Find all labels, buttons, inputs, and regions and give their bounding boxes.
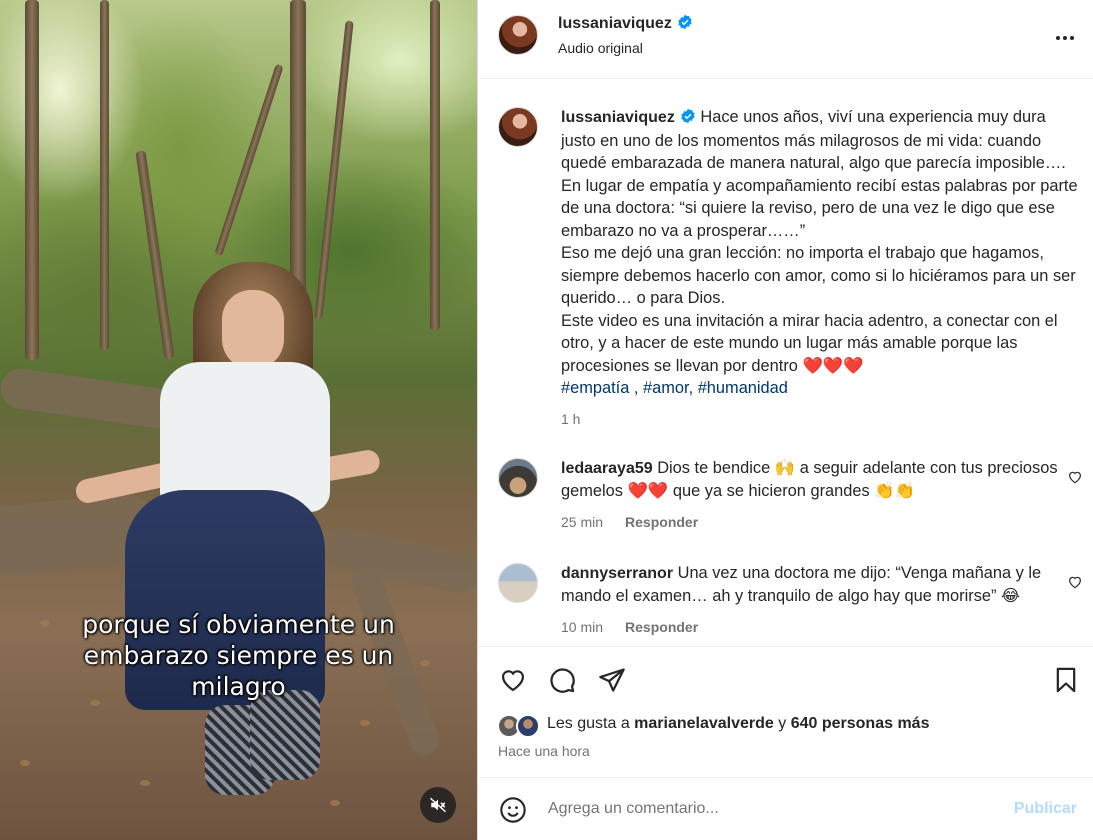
comment-input[interactable] [548,800,988,818]
tree-trunk [135,150,175,360]
liker-username[interactable]: marianelavalverde [634,715,774,732]
caption-author-avatar[interactable] [498,107,538,147]
woman-shoe [250,690,320,780]
comment-meta: 10 min Responder [561,616,1061,639]
likes-prefix: Les gusta a [547,715,635,732]
caption-author-username[interactable]: lussaniaviquez [561,109,675,126]
commenter-username[interactable]: dannyserranor [561,565,673,582]
emoji-button[interactable] [498,795,528,825]
video-subtitle-line: embarazo siempre es un [83,641,394,670]
add-comment-bar: Publicar [478,777,1093,840]
dry-leaf [360,720,370,726]
more-dot-icon [1063,36,1067,40]
video-subtitle-line: porque sí obviamente un [82,610,395,639]
mute-button[interactable] [420,787,456,823]
more-dot-icon [1070,36,1074,40]
paper-plane-icon [599,668,625,692]
emoji-icon [500,797,526,823]
comment-item: dannyserranor Una vez una doctora me dij… [561,562,1061,639]
tree-trunk [430,0,440,330]
comment-time[interactable]: 25 min [561,514,603,530]
post-side-panel: lussaniaviquez Audio original lussaniavi… [477,0,1093,840]
commenter-username[interactable]: ledaaraya59 [561,460,653,477]
more-dot-icon [1056,36,1060,40]
muted-speaker-icon [429,797,447,813]
post-actions: Les gusta a marianelavalverde y 640 pers… [478,646,1093,777]
like-comment-heart-icon[interactable] [1067,574,1083,590]
save-button[interactable] [1051,665,1081,695]
author-avatar[interactable] [498,15,538,55]
like-button[interactable] [498,665,528,695]
comment-time[interactable]: 10 min [561,619,603,635]
dry-leaf [330,800,340,806]
hashtag-link[interactable]: #amor [643,379,689,397]
caption-text: Hace unos años, viví una experiencia muy… [561,108,1078,240]
tree-trunk [314,20,354,320]
caption-text: Este video es una invitación a mirar hac… [561,311,1058,375]
hashtag-separator: , [688,379,698,397]
hashtag-link[interactable]: #humanidad [698,379,788,397]
tree-trunk [25,0,39,360]
caption-text: Eso me dejó una gran lección: no importa… [561,244,1076,307]
likes-count[interactable]: 640 personas más [791,715,930,732]
tree-trunk [100,0,109,350]
caption-hashtags: #empatía , #amor, #humanidad [561,377,1083,400]
commenter-avatar[interactable] [498,563,538,603]
tree-root [317,523,477,597]
share-button[interactable] [597,665,627,695]
commenter-avatar[interactable] [498,458,538,498]
comment-meta: 25 min Responder [561,511,1061,534]
author-info: lussaniaviquez Audio original [558,14,693,56]
liker-avatar[interactable] [516,714,540,738]
woman-face [222,290,284,370]
like-comment-heart-icon[interactable] [1067,469,1083,485]
post-caption: lussaniaviquez Hace unos años, viví una … [561,106,1083,430]
publish-button[interactable]: Publicar [1014,800,1077,818]
likes-summary: Les gusta a marianelavalverde y 640 pers… [547,715,929,733]
post-header: lussaniaviquez Audio original [478,0,1093,79]
verified-badge-icon [678,14,692,30]
verified-badge-icon [681,108,695,124]
caption-first-paragraph: lussaniaviquez Hace unos años, viví una … [561,106,1083,242]
hashtag-link[interactable]: #empatía [561,379,629,397]
post-time-ago[interactable]: Hace una hora [498,743,590,759]
comment-item: ledaaraya59 Dios te bendice 🙌 a seguir a… [561,457,1061,534]
tree-trunk [214,63,284,257]
video-subtitle-line: milagro [191,672,286,701]
comments-scroll-area[interactable]: lussaniaviquez Hace unos años, viví una … [478,80,1093,646]
reply-button[interactable]: Responder [625,619,698,635]
bookmark-icon [1056,667,1076,693]
tree-trunk [290,0,306,300]
comment-button[interactable] [547,665,577,695]
comment-bubble-icon [550,668,575,693]
dry-leaf [140,780,150,786]
more-options-button[interactable] [1053,26,1077,50]
post-video[interactable]: porque sí obviamente un embarazo siempre… [0,0,477,840]
heart-icon [501,670,525,692]
likes-mid: y [773,715,791,732]
reply-button[interactable]: Responder [625,514,698,530]
author-username[interactable]: lussaniaviquez [558,15,672,32]
dry-leaf [20,760,30,766]
hashtag-separator: , [629,379,644,397]
caption-timestamp[interactable]: 1 h [561,408,1083,431]
audio-label[interactable]: Audio original [558,40,693,56]
